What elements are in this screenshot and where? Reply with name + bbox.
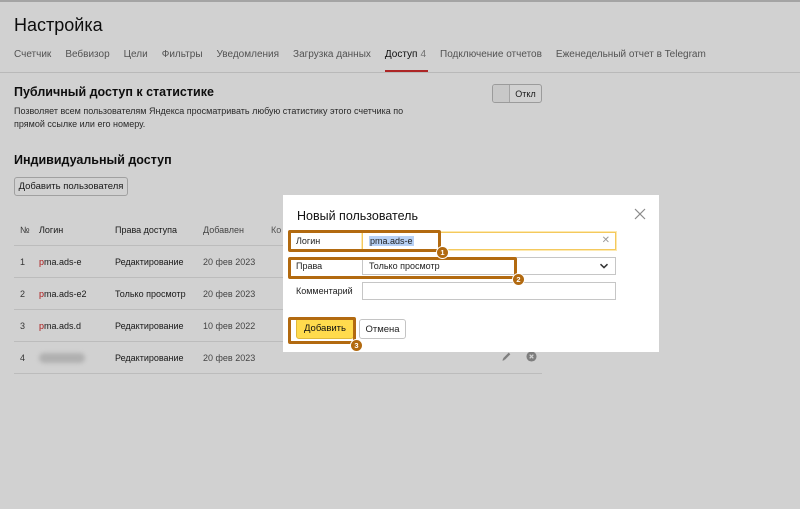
clear-icon[interactable]: ✕ (602, 235, 610, 246)
step-badge-3: 3 (350, 339, 363, 352)
close-icon[interactable] (633, 207, 647, 221)
cancel-button[interactable]: Отмена (359, 319, 406, 339)
highlight-login-field (288, 230, 441, 252)
highlight-rights-field (288, 257, 517, 279)
comment-input[interactable] (362, 282, 616, 300)
comment-label: Комментарий (296, 286, 353, 296)
highlight-add-button (288, 317, 356, 344)
dialog-title: Новый пользователь (297, 209, 418, 223)
chevron-down-icon (599, 261, 609, 273)
step-badge-2: 2 (512, 273, 525, 286)
step-badge-1: 1 (436, 246, 449, 259)
